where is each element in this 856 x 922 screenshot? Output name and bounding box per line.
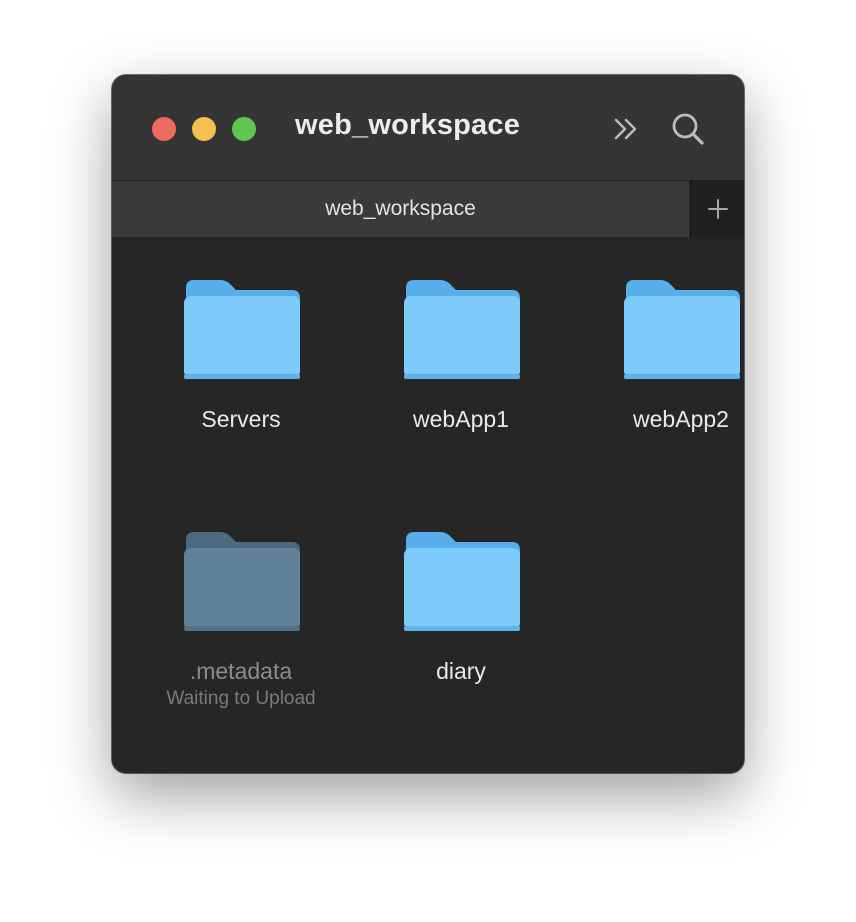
file-name: webApp2 xyxy=(633,406,729,432)
tab-label: web_workspace xyxy=(325,197,476,220)
file-name: Servers xyxy=(201,406,281,432)
search-icon xyxy=(672,113,704,145)
tab-bar: web_workspace xyxy=(112,180,744,238)
upload-status: Waiting to Upload xyxy=(166,688,316,709)
file-name: diary xyxy=(436,658,486,684)
folder-icon xyxy=(624,280,740,379)
folder-icon xyxy=(404,280,520,379)
window-title: web_workspace xyxy=(295,109,521,141)
new-tab-button[interactable] xyxy=(690,181,744,237)
close-button[interactable] xyxy=(152,117,176,141)
search-button[interactable] xyxy=(666,107,710,151)
file-name: webApp1 xyxy=(413,406,509,432)
finder-window: web_workspace web_workspace Servers webA… xyxy=(112,75,744,773)
folder-icon xyxy=(184,532,300,631)
folder-icon xyxy=(404,532,520,631)
tab-web-workspace[interactable]: web_workspace xyxy=(112,181,689,237)
file-grid: Servers webApp1 webApp2 .metadata Waitin… xyxy=(112,237,744,773)
double-chevron-right-icon xyxy=(614,118,637,140)
minimize-button[interactable] xyxy=(192,117,216,141)
zoom-button[interactable] xyxy=(232,117,256,141)
file-name: .metadata xyxy=(189,658,293,684)
toolbar-overflow-button[interactable] xyxy=(606,109,648,149)
title-bar[interactable]: web_workspace xyxy=(112,75,744,180)
plus-icon xyxy=(708,199,728,219)
folder-icon xyxy=(184,280,300,379)
